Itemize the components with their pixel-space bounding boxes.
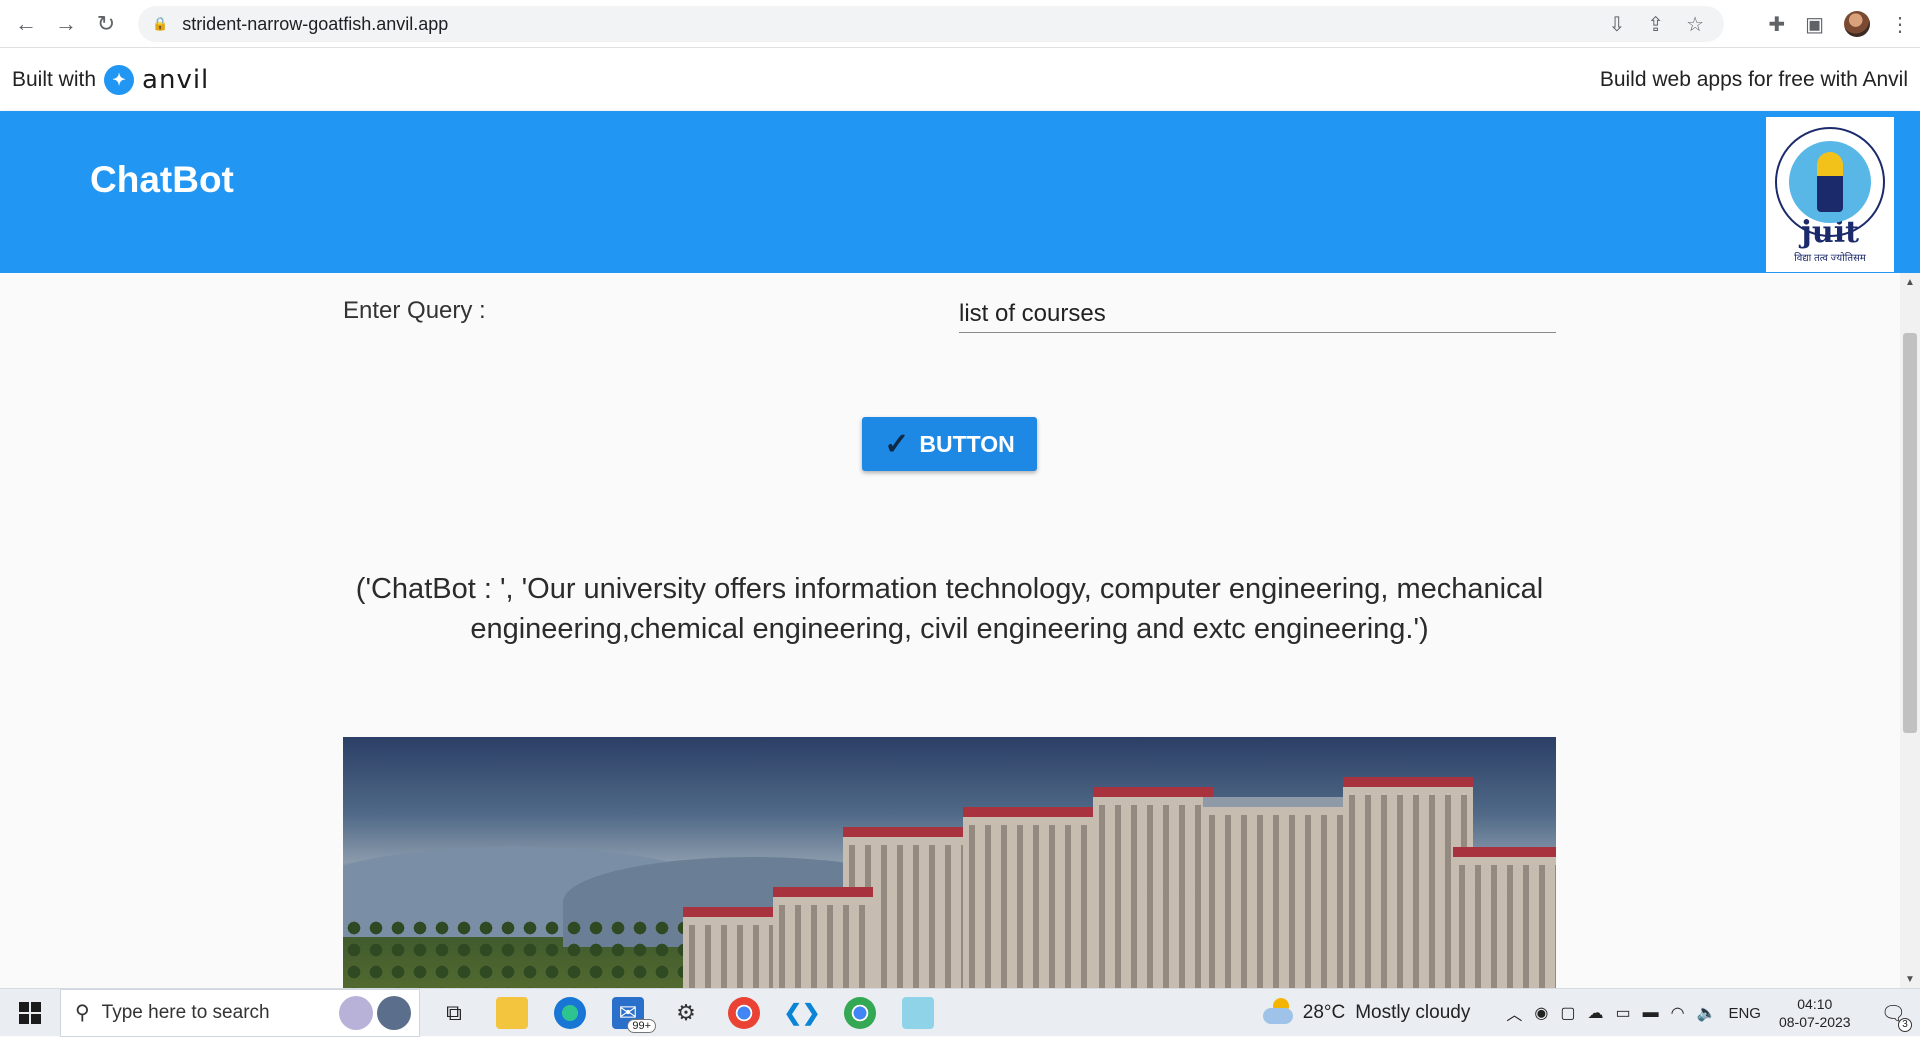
anvil-wordmark: anvil: [142, 64, 210, 95]
task-view-icon[interactable]: ⧉: [438, 997, 470, 1029]
windows-taskbar: ⚲ Type here to search ⧉ ✉ 99+ ⚙ ❮❯ 28°C M…: [0, 988, 1920, 1037]
query-input[interactable]: [959, 289, 1556, 333]
logo-motto: विद्या तत्व ज्योतिसम: [1794, 253, 1866, 264]
share-icon[interactable]: ⇪: [1647, 12, 1664, 37]
scroll-down-icon[interactable]: ▼: [1900, 970, 1920, 988]
chevron-up-icon[interactable]: ︿: [1506, 1001, 1522, 1025]
query-label: Enter Query :: [343, 297, 486, 324]
record-icon[interactable]: ◉: [1534, 1003, 1548, 1023]
cloudy-weather-icon: [1262, 998, 1293, 1024]
scroll-thumb[interactable]: [1903, 333, 1917, 733]
chatbot-response: ('ChatBot : ', 'Our university offers in…: [355, 573, 1544, 645]
page-title: ChatBot: [90, 159, 234, 200]
scroll-up-icon[interactable]: ▲: [1900, 273, 1920, 291]
check-icon: ✓: [884, 427, 910, 461]
profile-avatar[interactable]: [1844, 11, 1870, 37]
page-scrollbar[interactable]: ▲ ▼: [1900, 273, 1920, 988]
submit-button[interactable]: ✓ BUTTON: [862, 417, 1037, 471]
clock-date: 08-07-2023: [1778, 1014, 1851, 1030]
clock-time: 04:10: [1797, 996, 1833, 1012]
weather-temp: 28°C: [1302, 1002, 1346, 1023]
install-app-icon[interactable]: ⇩: [1609, 12, 1626, 37]
main-content: Enter Query : ✓ BUTTON ('ChatBot : ', 'O…: [0, 273, 1900, 988]
edge-browser-icon[interactable]: [554, 996, 586, 1029]
mail-badge: 99+: [627, 1018, 656, 1033]
submit-button-label: BUTTON: [919, 430, 1015, 457]
anvil-logo-icon: ✦: [104, 64, 135, 95]
address-bar[interactable]: 🔒 strident-narrow-goatfish.anvil.app ⇩ ⇪…: [138, 6, 1724, 42]
language-indicator[interactable]: ENG: [1728, 1005, 1761, 1022]
forward-button[interactable]: →: [46, 4, 86, 44]
chrome-icon[interactable]: [728, 996, 760, 1029]
back-arrow-icon: ←: [15, 10, 37, 36]
back-button[interactable]: ←: [6, 4, 46, 44]
notification-count: 3: [1898, 1017, 1912, 1032]
windows-logo-icon: [19, 1001, 41, 1024]
file-explorer-icon[interactable]: [496, 996, 528, 1029]
taskbar-search[interactable]: ⚲ Type here to search: [60, 988, 420, 1037]
search-placeholder: Type here to search: [101, 1001, 270, 1023]
chrome-profile-icon[interactable]: [844, 996, 876, 1029]
university-logo: juit विद्या तत्व ज्योतिसम: [1766, 117, 1894, 272]
meet-icon[interactable]: ▢: [1560, 1003, 1575, 1023]
extensions-puzzle-icon[interactable]: ✚: [1768, 12, 1785, 37]
reload-icon: ↻: [96, 10, 116, 36]
system-tray: 28°C Mostly cloudy ︿ ◉ ▢ ☁ ▭ ▬ ◠ 🔈 ENG 0…: [1262, 989, 1920, 1037]
logo-seal-icon: [1775, 127, 1885, 237]
weather-desc: Mostly cloudy: [1355, 1002, 1471, 1023]
vscode-icon[interactable]: ❮❯: [784, 997, 821, 1029]
lock-icon: 🔒: [152, 16, 169, 31]
search-icon: ⚲: [75, 1002, 90, 1024]
forward-arrow-icon: →: [55, 10, 77, 36]
campus-image: [343, 737, 1556, 988]
browser-toolbar: ← → ↻ 🔒 strident-narrow-goatfish.anvil.a…: [0, 0, 1920, 48]
start-button[interactable]: [0, 989, 60, 1037]
built-with-anvil-link[interactable]: Built with ✦ anvil: [12, 64, 210, 95]
url-text: strident-narrow-goatfish.anvil.app: [182, 13, 449, 34]
anvil-banner: Built with ✦ anvil Build web apps for fr…: [0, 48, 1920, 111]
display-icon[interactable]: ▭: [1615, 1003, 1630, 1023]
volume-icon[interactable]: 🔈: [1697, 1003, 1717, 1023]
weather-widget[interactable]: 28°C Mostly cloudy: [1262, 998, 1471, 1024]
taskbar-clock[interactable]: 04:10 08-07-2023: [1779, 995, 1851, 1031]
notification-icon[interactable]: 🗨 3: [1881, 1001, 1912, 1032]
side-panel-icon[interactable]: ▣: [1805, 12, 1824, 37]
notepad-icon[interactable]: [902, 996, 934, 1029]
torch-icon: [1817, 152, 1843, 212]
built-with-label: Built with: [12, 67, 97, 91]
search-highlight-art: [339, 995, 411, 1030]
build-free-link[interactable]: Build web apps for free with Anvil: [1600, 68, 1908, 92]
wifi-icon[interactable]: ◠: [1671, 1003, 1685, 1023]
settings-gear-icon[interactable]: ⚙: [670, 997, 702, 1029]
browser-menu-icon[interactable]: ⋮: [1890, 12, 1910, 37]
app-header: ChatBot juit विद्या तत्व ज्योतिसम: [0, 111, 1920, 273]
bookmark-star-icon[interactable]: ☆: [1686, 12, 1704, 37]
battery-icon[interactable]: ▬: [1643, 1004, 1659, 1022]
mail-icon[interactable]: ✉ 99+: [612, 996, 656, 1033]
onedrive-cloud-icon[interactable]: ☁: [1587, 1003, 1603, 1023]
reload-button[interactable]: ↻: [86, 4, 126, 44]
